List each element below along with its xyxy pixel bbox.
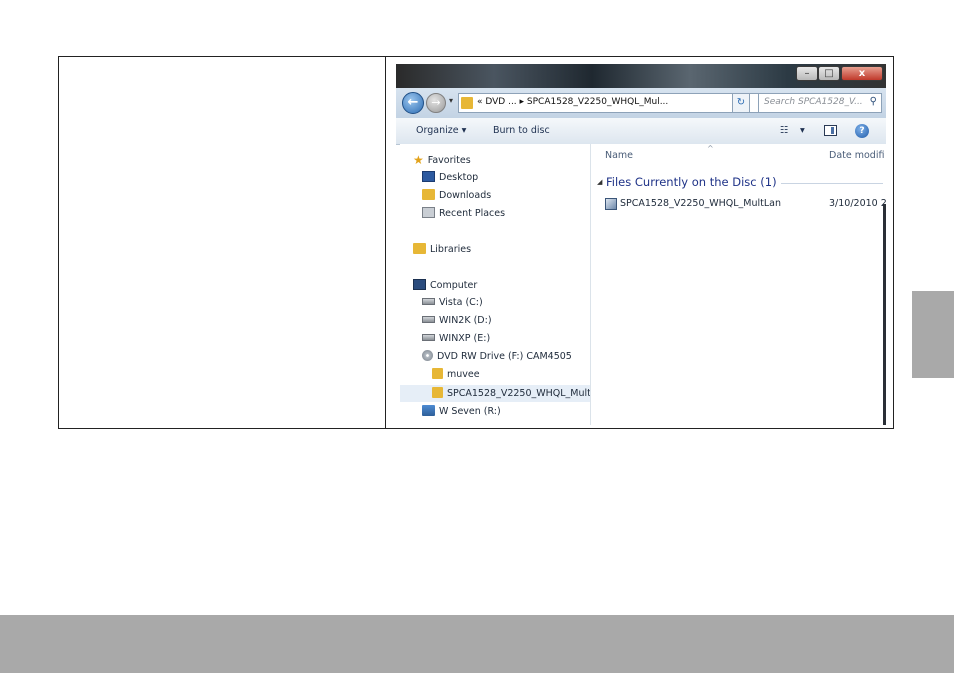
nav-item-libraries[interactable]: Libraries (413, 243, 471, 255)
search-input[interactable]: Search SPCA1528_V... ⚲ (758, 93, 882, 113)
address-row: ← → ▾ « DVD ... ▸ SPCA1528_V2250_WHQL_Mu… (396, 88, 886, 118)
title-bar: – □ x (396, 64, 886, 88)
nav-item-downloads[interactable]: Downloads (422, 189, 491, 201)
file-row[interactable]: SPCA1528_V2250_WHQL_MultLan 3/10/2010 2: (605, 198, 886, 212)
folder-icon (461, 97, 473, 109)
nav-item-drive-e[interactable]: WINXP (E:) (422, 333, 490, 344)
nav-item-drive-r[interactable]: W Seven (R:) (422, 405, 501, 417)
organize-button[interactable]: Organize ▾ (416, 125, 466, 136)
nav-item-computer[interactable]: Computer (413, 279, 477, 291)
nav-item-label: WIN2K (D:) (439, 315, 492, 326)
preview-pane-icon[interactable] (824, 125, 837, 136)
nav-item-favorites[interactable]: ★ Favorites (413, 153, 471, 167)
file-list-pane: ^ Name Date modifi ◢ Files Currently on … (591, 144, 886, 425)
maximize-icon: □ (824, 68, 834, 79)
folder-icon (432, 387, 443, 398)
frame-column-divider (385, 57, 386, 428)
nav-item-label: W Seven (R:) (439, 406, 501, 417)
command-bar: Organize ▾ Burn to disc ☷ ▾ ? (396, 118, 886, 145)
refresh-button[interactable]: ↻ (732, 93, 750, 113)
nav-item-label: Desktop (439, 172, 479, 183)
nav-item-desktop[interactable]: Desktop (422, 171, 478, 183)
hard-drive-icon (422, 334, 435, 341)
explorer-window: – □ x ← → ▾ « DVD ... ▸ SPCA1528_V2250_W… (396, 64, 886, 425)
nav-item-label: Computer (430, 280, 478, 291)
window-edge (883, 204, 886, 425)
dvd-drive-icon (422, 350, 433, 361)
search-placeholder: Search SPCA1528_V... (764, 97, 863, 107)
computer-icon (413, 279, 426, 290)
column-header-date-modified[interactable]: Date modifi (829, 150, 884, 161)
libraries-icon (413, 243, 426, 254)
back-button[interactable]: ← (402, 92, 424, 114)
close-icon: x (858, 68, 866, 79)
nav-item-recent-places[interactable]: Recent Places (422, 207, 505, 219)
group-divider (781, 183, 883, 184)
navigation-pane: ★ Favorites Desktop Downloads Recent Plac… (400, 144, 591, 425)
group-label: Files Currently on the Disc (1) (606, 175, 777, 189)
address-bar[interactable]: « DVD ... ▸ SPCA1528_V2250_WHQL_Mul... ▾ (458, 93, 774, 113)
nav-item-drive-c[interactable]: Vista (C:) (422, 297, 483, 308)
nav-item-label: SPCA1528_V2250_WHQL_Multl (447, 388, 590, 399)
nav-item-label: WINXP (E:) (439, 333, 491, 344)
refresh-icon: ↻ (736, 97, 746, 108)
breadcrumb[interactable]: « DVD ... ▸ SPCA1528_V2250_WHQL_Mul... (477, 97, 668, 107)
nav-item-label: Libraries (430, 244, 472, 255)
nav-item-label: muvee (447, 369, 480, 380)
desktop-icon (422, 171, 435, 182)
file-name: SPCA1528_V2250_WHQL_MultLan (620, 198, 782, 209)
forward-button[interactable]: → (426, 93, 446, 113)
collapse-triangle-icon[interactable]: ◢ (597, 178, 602, 186)
recent-pages-dropdown-icon[interactable]: ▾ (449, 96, 453, 105)
minimize-button[interactable]: – (796, 66, 818, 81)
file-date: 3/10/2010 2: (829, 198, 886, 209)
footer-band (0, 615, 954, 673)
forward-arrow-icon: → (431, 96, 441, 109)
side-tab (912, 291, 954, 378)
nav-item-label: Downloads (439, 190, 492, 201)
nav-item-label: DVD RW Drive (F:) CAM4505 (437, 351, 572, 362)
burn-to-disc-button[interactable]: Burn to disc (493, 125, 550, 136)
back-arrow-icon: ← (407, 95, 419, 110)
group-header[interactable]: ◢ Files Currently on the Disc (1) (597, 175, 883, 191)
hard-drive-icon (422, 316, 435, 323)
nav-item-label: Recent Places (439, 208, 506, 219)
recent-places-icon (422, 207, 435, 218)
nav-item-label: Vista (C:) (439, 297, 483, 308)
sort-indicator-icon: ^ (707, 144, 714, 153)
nav-item-dvd-drive[interactable]: DVD RW Drive (F:) CAM4505 (422, 350, 572, 362)
star-icon: ★ (413, 153, 424, 167)
close-button[interactable]: x (841, 66, 883, 81)
column-header-name[interactable]: Name (605, 150, 633, 161)
nav-item-muvee[interactable]: muvee (432, 368, 480, 380)
maximize-button[interactable]: □ (818, 66, 840, 81)
nav-item-drive-d[interactable]: WIN2K (D:) (422, 315, 492, 326)
nav-item-spca1528[interactable]: SPCA1528_V2250_WHQL_Multl (400, 385, 590, 402)
views-icon[interactable]: ☷ (780, 125, 789, 136)
views-dropdown-icon[interactable]: ▾ (800, 125, 805, 136)
application-file-icon (605, 198, 617, 210)
folder-icon (432, 368, 443, 379)
search-icon[interactable]: ⚲ (870, 96, 877, 107)
nav-item-label: Favorites (427, 155, 471, 166)
downloads-folder-icon (422, 189, 435, 200)
hard-drive-icon (422, 298, 435, 305)
minimize-icon: – (804, 68, 810, 79)
network-drive-icon (422, 405, 435, 416)
help-icon[interactable]: ? (855, 124, 869, 138)
